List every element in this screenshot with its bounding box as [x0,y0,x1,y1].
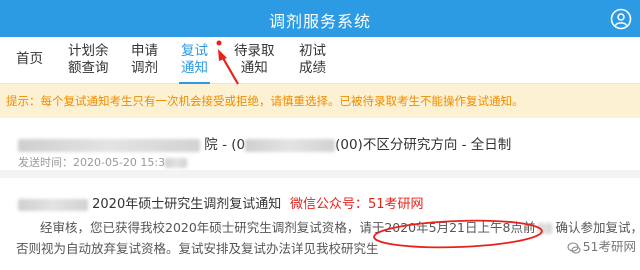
tab-admission-notice[interactable]: 待录取 通知 [234,43,275,77]
tab-label: 待录取 [234,43,275,59]
app-title: 调剂服务系统 [268,12,371,31]
notice-banner: 提示：每个复试通知考生只有一次机会接受或拒绝，请慎重选择。已被待录取考生不能操作… [0,84,640,118]
tab-label: 额查询 [68,60,109,76]
sent-time: 发送时间：2020-05-20 15:3 [18,154,188,170]
notification-title: 院 - (0 (00)不区分研究方向 - 全日制 [18,133,511,153]
top-bar: 调剂服务系统 [0,0,640,37]
tab-retest-notice[interactable]: 复试 通知 [179,43,210,84]
tab-label: 复试 [181,43,208,59]
notification-title-part: (00)不区分研究方向 - 全日制 [335,137,512,153]
redacted-text [245,138,336,152]
watermark: 51考研网 [567,236,636,255]
redacted-text [18,138,200,152]
tab-home[interactable]: 首页 [16,51,43,68]
notice-text: 提示：每个复试通知考生只有一次机会接受或拒绝，请慎重选择。已被待录取考生不能操作… [6,94,524,108]
tab-label: 申请 [131,43,158,59]
notification-heading: 2020年硕士研究生调剂复试通知 [18,193,281,212]
body-text: 否则视为自动放弃复试资格。复试安排及复试办法详见我校研究生 [16,241,379,256]
tab-initial-score[interactable]: 初试 成绩 [299,43,326,77]
wechat-icon [567,241,581,254]
watermark-text: 51考研网 [582,239,636,254]
deadline-text: 2020年5月21日上午8点前 [384,220,536,235]
notification-body-line: 经审核，您已获得我校2020年硕士研究生调剂复试资格，请于2020年5月21日上… [40,217,640,236]
tab-apply[interactable]: 申请 调剂 [131,43,158,77]
tab-label: 通知 [181,60,208,76]
sent-time-text: 发送时间：2020-05-20 15:3 [18,156,166,169]
redacted-text [18,198,88,211]
tab-label: 初试 [299,43,326,59]
tab-label: 计划余 [68,43,109,59]
notification-title-part: 院 - (0 [204,137,246,153]
redacted-text [538,223,553,234]
tab-label: 调剂 [131,60,158,76]
tab-label: 成绩 [299,60,326,76]
wechat-watermark: 微信公众号：51考研网 [290,197,424,212]
tab-plan-query[interactable]: 计划余 额查询 [68,43,109,77]
notification-heading-text: 2020年硕士研究生调剂复试通知 [92,197,282,212]
tab-label: 通知 [240,60,268,76]
redacted-text [165,158,188,168]
user-circle-icon[interactable] [610,8,632,30]
tab-bar: 首页 计划余 额查询 申请 调剂 复试 通知 待录取 通知 初试 成绩 [0,37,640,84]
tab-label: 首页 [16,51,43,67]
notification-detail[interactable]: 2020年硕士研究生调剂复试通知 微信公众号：51考研网 经审核，您已获得我校2… [0,186,640,270]
notification-card[interactable]: 院 - (0 (00)不区分研究方向 - 全日制 发送时间：2020-05-20 … [0,118,640,178]
body-text: 经审核，您已获得我校2020年硕士研究生调剂复试资格，请于 [40,220,385,235]
body-text: 确认参加复试， [555,220,640,235]
notification-body-line: 否则视为自动放弃复试资格。复试安排及复试办法详见我校研究生 [16,238,379,257]
